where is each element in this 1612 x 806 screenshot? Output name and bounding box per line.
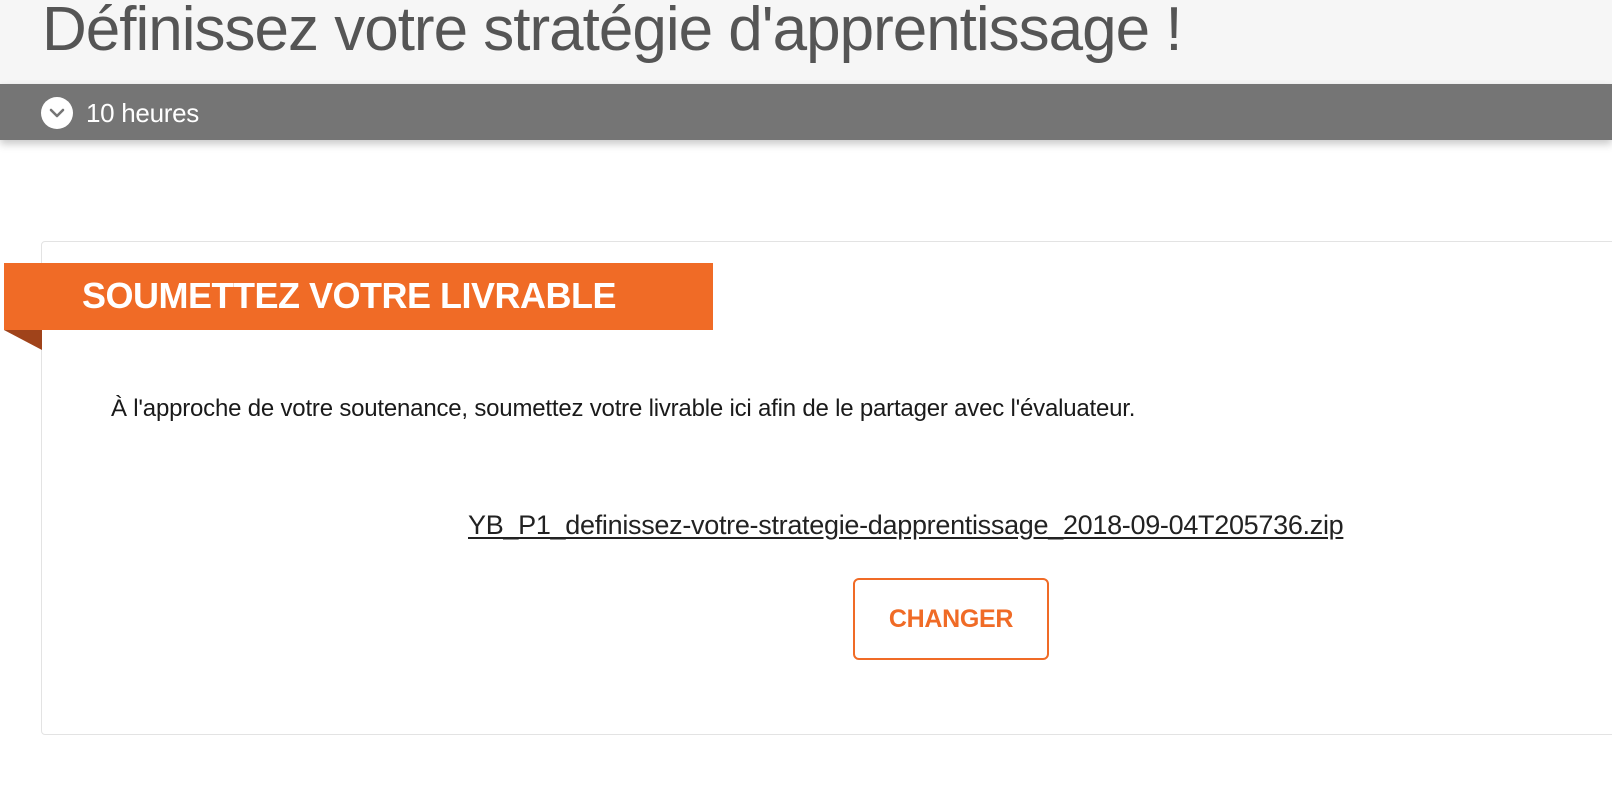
duration-label: 10 heures (86, 98, 199, 128)
deliverable-description: À l'approche de votre soutenance, soumet… (111, 395, 1136, 422)
page-header: Définissez votre stratégie d'apprentissa… (0, 0, 1612, 84)
deliverable-file-link[interactable]: YB_P1_definissez-votre-strategie-dappren… (468, 510, 1344, 541)
ribbon-fold (4, 330, 42, 350)
ribbon-title: SOUMETTEZ VOTRE LIVRABLE (82, 275, 617, 316)
change-button[interactable]: CHANGER (853, 578, 1049, 660)
deliverable-ribbon: SOUMETTEZ VOTRE LIVRABLE (4, 263, 713, 330)
chevron-down-icon[interactable] (41, 97, 73, 129)
duration-bar: 10 heures (0, 84, 1612, 140)
page-title: Définissez votre stratégie d'apprentissa… (42, 0, 1183, 64)
